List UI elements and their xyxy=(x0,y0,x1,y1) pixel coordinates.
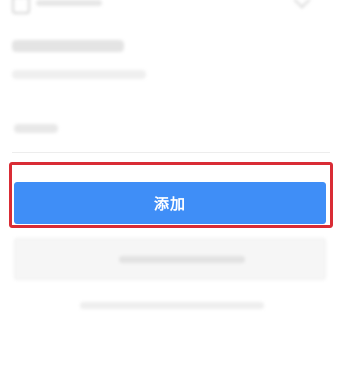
top-bar xyxy=(0,0,343,20)
secondary-button[interactable] xyxy=(14,238,326,280)
chevron-down-icon[interactable] xyxy=(293,0,311,9)
input-field[interactable] xyxy=(12,152,330,153)
secondary-button-text-placeholder xyxy=(119,256,245,263)
add-button[interactable]: 添加 xyxy=(14,182,326,224)
top-title-placeholder xyxy=(36,0,102,6)
back-icon[interactable] xyxy=(12,0,30,14)
footer-link-placeholder[interactable] xyxy=(80,302,264,309)
page-title-placeholder xyxy=(12,40,124,52)
field-label-placeholder xyxy=(14,124,58,133)
page-subtitle-placeholder xyxy=(12,70,146,79)
